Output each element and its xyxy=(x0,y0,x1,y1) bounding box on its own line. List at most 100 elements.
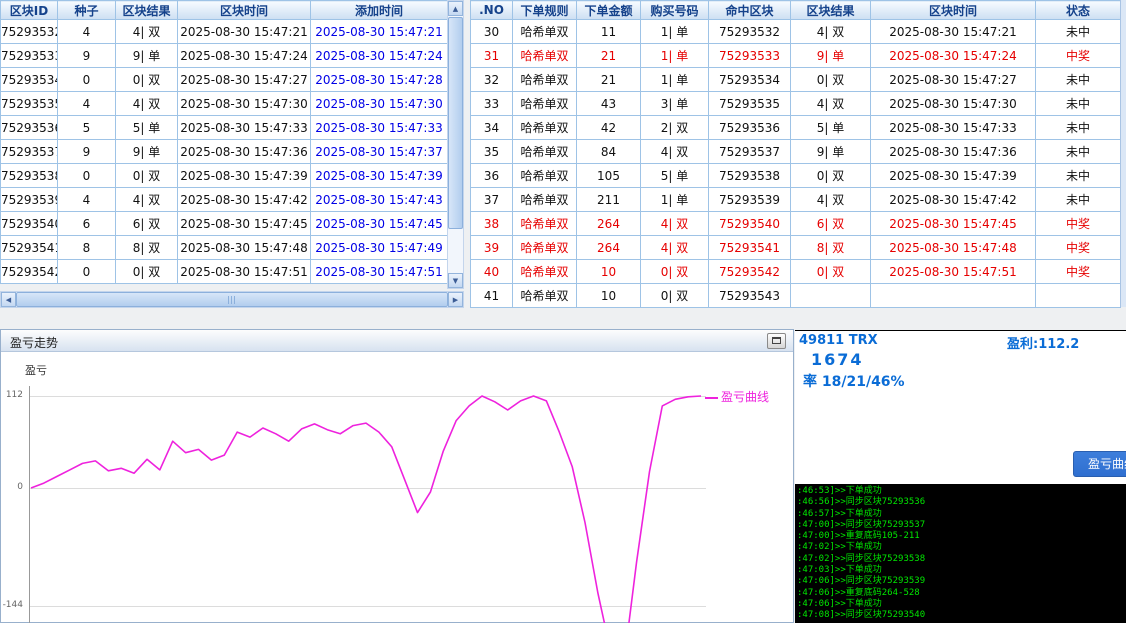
order-row[interactable]: 33哈希单双433| 单752935354| 双2025-08-30 15:47… xyxy=(471,92,1121,116)
legend-line-icon xyxy=(705,397,718,399)
cell-no: 31 xyxy=(471,44,513,68)
orders-table-header: .NO下单规则下单金额购买号码命中区块区块结果区块时间状态 xyxy=(471,1,1121,20)
cell-block: 75293543 xyxy=(709,284,791,308)
cell-rule: 哈希单双 xyxy=(513,188,577,212)
block-row[interactable]: 7529353399| 单2025-08-30 15:47:242025-08-… xyxy=(1,44,448,68)
cell-result: 4| 双 xyxy=(791,188,871,212)
block-row[interactable]: 7529353799| 单2025-08-30 15:47:362025-08-… xyxy=(1,140,448,164)
cell-status xyxy=(1036,284,1121,308)
log-line: :47:06]>>同步区块75293539 xyxy=(797,576,1126,587)
column-header[interactable]: 状态 xyxy=(1036,1,1121,20)
column-header[interactable]: 区块时间 xyxy=(178,1,311,20)
restore-icon xyxy=(772,337,781,344)
cell: 2025-08-30 15:47:33 xyxy=(178,116,311,140)
cell-number: 0| 双 xyxy=(641,284,709,308)
cell-result: 0| 双 xyxy=(791,164,871,188)
column-header[interactable]: 命中区块 xyxy=(709,1,791,20)
block-row[interactable]: 7529354200| 双2025-08-30 15:47:512025-08-… xyxy=(1,260,448,284)
cell-time: 2025-08-30 15:47:24 xyxy=(871,44,1036,68)
column-header[interactable]: 购买号码 xyxy=(641,1,709,20)
cell-time: 2025-08-30 15:47:36 xyxy=(871,140,1036,164)
block-row[interactable]: 7529354188| 双2025-08-30 15:47:482025-08-… xyxy=(1,236,448,260)
cell-time xyxy=(871,284,1036,308)
cell-rule: 哈希单双 xyxy=(513,164,577,188)
cell-time: 2025-08-30 15:47:30 xyxy=(871,92,1036,116)
cell-time: 2025-08-30 15:47:21 xyxy=(871,20,1036,44)
cell: 75293538 xyxy=(1,164,58,188)
cell-result: 9| 单 xyxy=(791,140,871,164)
cell-time: 2025-08-30 15:47:33 xyxy=(871,116,1036,140)
order-row[interactable]: 35哈希单双844| 双752935379| 单2025-08-30 15:47… xyxy=(471,140,1121,164)
block-row[interactable]: 7529353400| 双2025-08-30 15:47:272025-08-… xyxy=(1,68,448,92)
log-line: :47:06]>>重复底码264-528 xyxy=(797,588,1126,599)
blocks-table-horizontal-scrollbar[interactable]: ◀ ▶ xyxy=(0,291,464,308)
column-header[interactable]: 添加时间 xyxy=(311,1,448,20)
cell: 2025-08-30 15:47:51 xyxy=(311,260,448,284)
order-row[interactable]: 32哈希单双211| 单752935340| 双2025-08-30 15:47… xyxy=(471,68,1121,92)
cell-number: 4| 双 xyxy=(641,140,709,164)
cell-result: 0| 双 xyxy=(791,260,871,284)
order-row[interactable]: 41哈希单双100| 双75293543 xyxy=(471,284,1121,308)
block-row[interactable]: 7529353244| 双2025-08-30 15:47:212025-08-… xyxy=(1,20,448,44)
cell-status: 中奖 xyxy=(1036,44,1121,68)
scroll-down-button[interactable]: ▼ xyxy=(448,273,463,288)
profit-curve-button[interactable]: 盈亏曲线 xyxy=(1073,451,1126,477)
block-row[interactable]: 7529353655| 单2025-08-30 15:47:332025-08-… xyxy=(1,116,448,140)
order-row[interactable]: 36哈希单双1055| 单752935380| 双2025-08-30 15:4… xyxy=(471,164,1121,188)
log-line: :47:02]>>下单成功 xyxy=(797,542,1126,553)
order-row[interactable]: 38哈希单双2644| 双752935406| 双2025-08-30 15:4… xyxy=(471,212,1121,236)
cell-block: 75293535 xyxy=(709,92,791,116)
cell-status: 未中 xyxy=(1036,140,1121,164)
cell-time: 2025-08-30 15:47:45 xyxy=(871,212,1036,236)
block-row[interactable]: 7529353944| 双2025-08-30 15:47:422025-08-… xyxy=(1,188,448,212)
block-row[interactable]: 7529353544| 双2025-08-30 15:47:302025-08-… xyxy=(1,92,448,116)
cell-block: 75293532 xyxy=(709,20,791,44)
block-row[interactable]: 7529353800| 双2025-08-30 15:47:392025-08-… xyxy=(1,164,448,188)
console-log[interactable]: :46:53]>>下单成功:46:56]>>同步区块75293536:46:57… xyxy=(795,484,1126,623)
profit-trend-titlebar[interactable]: 盈亏走势 xyxy=(1,330,793,352)
cell-no: 38 xyxy=(471,212,513,236)
cell: 0 xyxy=(58,68,116,92)
balance-value: 49811 TRX xyxy=(799,333,878,348)
cell-number: 0| 双 xyxy=(641,260,709,284)
scroll-left-button[interactable]: ◀ xyxy=(1,292,16,307)
scroll-up-button[interactable]: ▲ xyxy=(448,1,463,16)
vertical-scrollbar-thumb[interactable] xyxy=(448,17,463,229)
cell: 2025-08-30 15:47:27 xyxy=(178,68,311,92)
cell: 6| 双 xyxy=(116,212,178,236)
cell-amount: 11 xyxy=(577,20,641,44)
order-row[interactable]: 34哈希单双422| 双752935365| 单2025-08-30 15:47… xyxy=(471,116,1121,140)
order-row[interactable]: 37哈希单双2111| 单752935394| 双2025-08-30 15:4… xyxy=(471,188,1121,212)
cell-time: 2025-08-30 15:47:48 xyxy=(871,236,1036,260)
cell: 2025-08-30 15:47:45 xyxy=(311,212,448,236)
cell: 4| 双 xyxy=(116,20,178,44)
orders-table-vertical-scrollbar[interactable] xyxy=(1120,0,1126,307)
cell: 2025-08-30 15:47:42 xyxy=(178,188,311,212)
order-row[interactable]: 31哈希单双211| 单752935339| 单2025-08-30 15:47… xyxy=(471,44,1121,68)
order-row[interactable]: 40哈希单双100| 双752935420| 双2025-08-30 15:47… xyxy=(471,260,1121,284)
log-line: :46:53]>>下单成功 xyxy=(797,486,1126,497)
column-header[interactable]: .NO xyxy=(471,1,513,20)
scroll-right-button[interactable]: ▶ xyxy=(448,292,463,307)
column-header[interactable]: 种子 xyxy=(58,1,116,20)
column-header[interactable]: 区块时间 xyxy=(871,1,1036,20)
cell: 75293537 xyxy=(1,140,58,164)
block-row[interactable]: 7529354066| 双2025-08-30 15:47:452025-08-… xyxy=(1,212,448,236)
cell-amount: 21 xyxy=(577,44,641,68)
blocks-table-vertical-scrollbar[interactable]: ▲ ▼ xyxy=(447,0,464,289)
blocks-table: 区块ID种子区块结果区块时间添加时间 7529353244| 双2025-08-… xyxy=(0,0,448,284)
cell-result: 4| 双 xyxy=(791,20,871,44)
legend-label: 盈亏曲线 xyxy=(721,390,769,404)
cell: 0| 双 xyxy=(116,260,178,284)
order-row[interactable]: 30哈希单双111| 单752935324| 双2025-08-30 15:47… xyxy=(471,20,1121,44)
column-header[interactable]: 下单金额 xyxy=(577,1,641,20)
column-header[interactable]: 区块ID xyxy=(1,1,58,20)
column-header[interactable]: 区块结果 xyxy=(791,1,871,20)
window-restore-button[interactable] xyxy=(767,333,786,349)
column-header[interactable]: 区块结果 xyxy=(116,1,178,20)
column-header[interactable]: 下单规则 xyxy=(513,1,577,20)
cell-no: 30 xyxy=(471,20,513,44)
cell-number: 1| 单 xyxy=(641,68,709,92)
horizontal-scrollbar-thumb[interactable] xyxy=(16,292,448,307)
order-row[interactable]: 39哈希单双2644| 双752935418| 双2025-08-30 15:4… xyxy=(471,236,1121,260)
